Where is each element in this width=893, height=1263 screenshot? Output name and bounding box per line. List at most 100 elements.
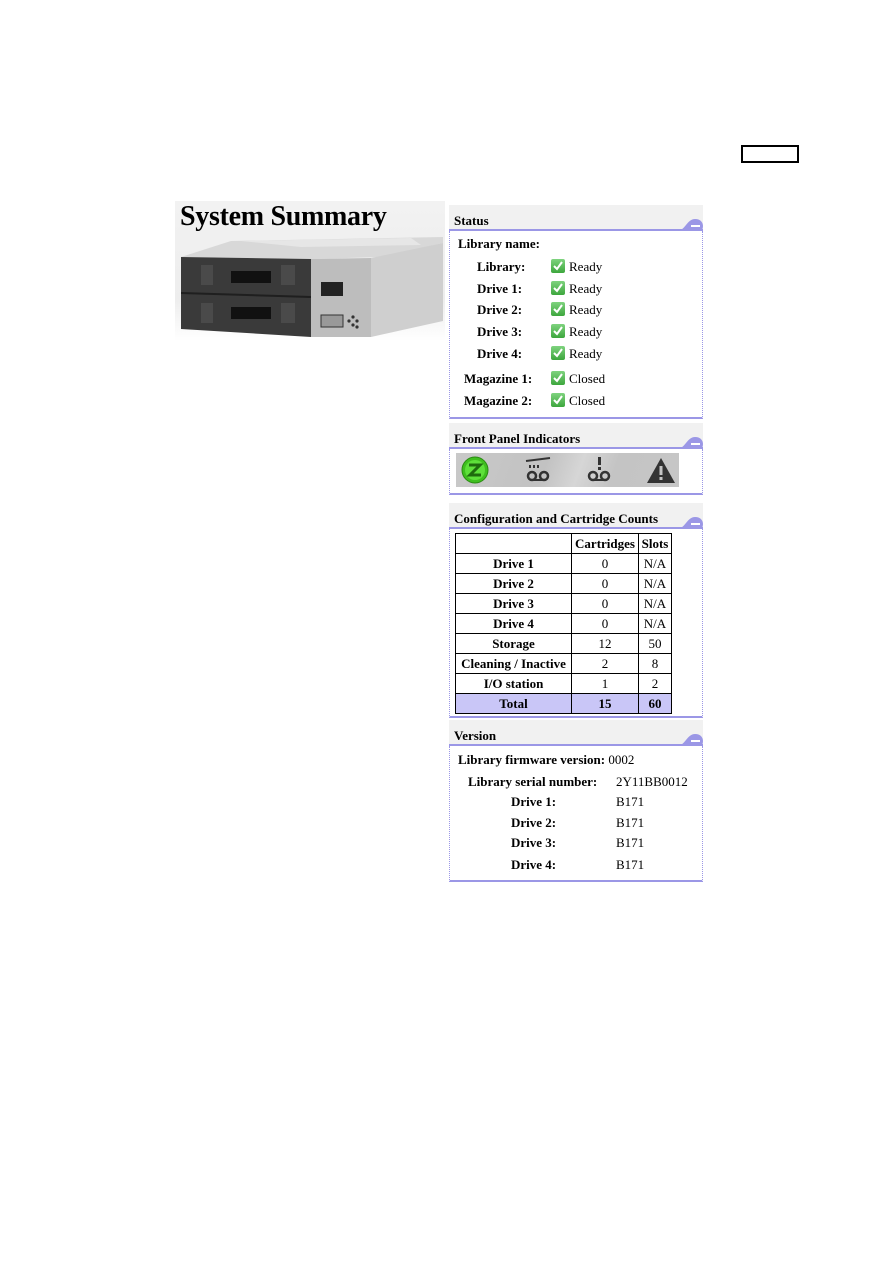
status-value: Closed (569, 393, 606, 408)
check-icon (551, 302, 565, 316)
slots-cell: 8 (638, 653, 672, 674)
table-row: Drive 3 0 N/A (455, 593, 672, 614)
cartridges-cell: 2 (571, 653, 639, 674)
row-label: Total (455, 693, 572, 714)
cartridges-cell: 0 (571, 613, 639, 634)
version-label-drive-3: Drive 3: (511, 835, 557, 850)
status-panel-title: Status (454, 213, 489, 228)
check-icon (551, 281, 565, 295)
version-value-drive-1: B171 (616, 794, 645, 809)
status-value: Ready (569, 302, 603, 317)
check-icon (551, 259, 565, 273)
version-row-firmware: Library firmware version: 0002 (458, 752, 634, 768)
cartridge-counts-table: Cartridges Slots Drive 1 0 N/A Drive 2 0 N/A… (455, 533, 672, 714)
status-label: Drive 4: (477, 346, 523, 361)
status-panel-header: Status (449, 205, 703, 233)
minus-icon (691, 225, 700, 227)
configuration-header: Configuration and Cartridge Counts (449, 503, 703, 531)
row-label: Drive 3 (455, 593, 572, 614)
front-panel-body (449, 449, 703, 495)
status-value: Ready (569, 281, 603, 296)
status-row-drive-4: Drive 4: Ready (450, 346, 700, 366)
table-row: I/O station 1 2 (455, 673, 672, 694)
status-label: Drive 2: (477, 302, 523, 317)
version-label-drive-4: Drive 4: (511, 857, 557, 872)
status-value: Closed (569, 371, 606, 386)
version-title: Version (454, 728, 497, 743)
version-label: Library firmware version: (458, 752, 606, 767)
status-row-library: Library: Ready (450, 259, 700, 279)
status-row-drive-2: Drive 2: Ready (450, 302, 700, 322)
slots-cell: 2 (638, 673, 672, 694)
front-panel-title: Front Panel Indicators (454, 431, 581, 446)
system-summary-header: System Summary (175, 201, 445, 341)
status-label: Magazine 1: (464, 371, 533, 386)
version-value: 0002 (608, 752, 635, 767)
table-row: Storage 12 50 (455, 633, 672, 654)
front-panel-indicators-panel: Front Panel Indicators (449, 423, 703, 495)
error-indicator-icon (647, 458, 675, 483)
configuration-body: Cartridges Slots Drive 1 0 N/A Drive 2 0 N/A… (449, 529, 703, 718)
slots-cell: N/A (638, 553, 672, 574)
status-row-magazine-2: Magazine 2: Closed (450, 393, 700, 413)
check-icon (551, 371, 565, 385)
configuration-title: Configuration and Cartridge Counts (454, 511, 659, 526)
status-label: Drive 3: (477, 324, 523, 339)
library-name-label: Library name: (458, 236, 540, 251)
cartridges-cell: 1 (571, 673, 639, 694)
total-row: Total 15 60 (455, 693, 672, 714)
status-panel-body: Library name: Library: Ready Drive 1: Re… (449, 231, 703, 419)
version-value-serial: 2Y11BB0012 (616, 774, 688, 789)
row-label: Drive 1 (455, 553, 572, 574)
cartridges-cell: 12 (571, 633, 639, 654)
table-row: Drive 2 0 N/A (455, 573, 672, 594)
configuration-panel: Configuration and Cartridge Counts Cartr… (449, 503, 703, 718)
slots-cell: N/A (638, 593, 672, 614)
status-value: Ready (569, 324, 603, 339)
minus-icon (691, 740, 700, 742)
check-icon (551, 324, 565, 338)
cartridges-cell: 0 (571, 553, 639, 574)
column-header-slots: Slots (638, 533, 672, 554)
clean-drive-indicator-icon (525, 457, 551, 482)
slots-cell: N/A (638, 613, 672, 634)
blank-box (741, 145, 799, 163)
status-label: Drive 1: (477, 281, 523, 296)
slots-cell: N/A (638, 573, 672, 594)
indicator-strip (456, 453, 679, 487)
status-row-drive-1: Drive 1: Ready (450, 281, 700, 301)
slots-cell: 60 (638, 693, 672, 714)
check-icon (551, 346, 565, 360)
row-label: Drive 4 (455, 613, 572, 634)
version-value-drive-2: B171 (616, 815, 645, 830)
status-value: Ready (569, 346, 603, 361)
device-image (181, 237, 443, 337)
column-header-cartridges: Cartridges (571, 533, 639, 554)
cartridges-cell: 0 (571, 593, 639, 614)
table-header-row: Cartridges Slots (455, 533, 672, 554)
minus-icon (691, 523, 700, 525)
cartridges-cell: 15 (571, 693, 639, 714)
ready-indicator-icon (461, 456, 489, 484)
row-label: Cleaning / Inactive (455, 653, 572, 674)
slots-cell: 50 (638, 633, 672, 654)
cartridges-cell: 0 (571, 573, 639, 594)
version-body: Library firmware version: 0002 Library s… (449, 746, 703, 882)
status-label: Library: (477, 259, 526, 274)
table-row: Drive 4 0 N/A (455, 613, 672, 634)
front-panel-header: Front Panel Indicators (449, 423, 703, 451)
row-label: I/O station (455, 673, 572, 694)
column-header (455, 533, 572, 554)
version-row-serial: Library serial number: (468, 774, 597, 790)
version-panel: Version Library firmware version: 0002 L… (449, 720, 703, 882)
page-title: System Summary (180, 201, 387, 232)
version-label: Library serial number: (468, 774, 598, 789)
status-row-drive-3: Drive 3: Ready (450, 324, 700, 344)
status-row-magazine-1: Magazine 1: Closed (450, 371, 700, 391)
table-row: Drive 1 0 N/A (455, 553, 672, 574)
check-icon (551, 393, 565, 407)
version-value-drive-4: B171 (616, 857, 645, 872)
row-label: Drive 2 (455, 573, 572, 594)
status-panel: Status Library name: Library: Ready Driv… (449, 205, 703, 419)
version-label-drive-1: Drive 1: (511, 794, 557, 809)
